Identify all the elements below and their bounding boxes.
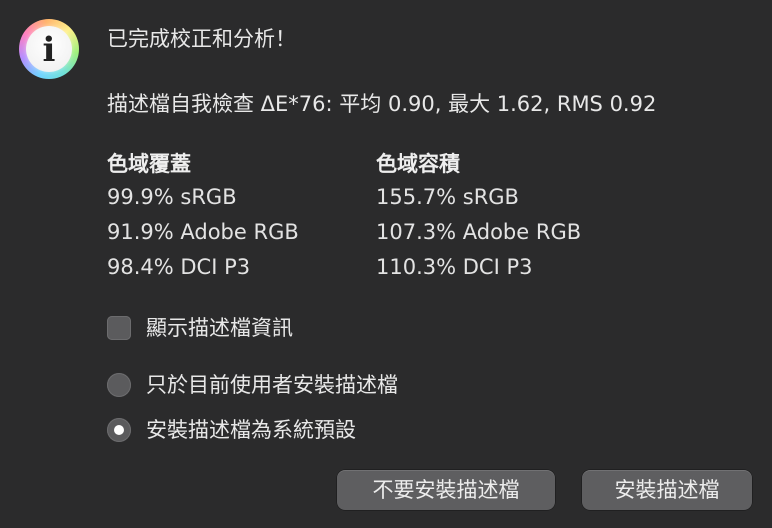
- gamut-coverage-dci-p3: 98.4% DCI P3: [107, 255, 251, 279]
- install-current-user-radio[interactable]: [107, 373, 131, 397]
- install-profile-button[interactable]: 安裝描述檔: [582, 470, 752, 510]
- install-system-default-label: 安裝描述檔為系統預設: [146, 418, 356, 442]
- dialog-title: 已完成校正和分析！: [107, 27, 296, 51]
- gamut-volume-dci-p3: 110.3% DCI P3: [376, 255, 533, 279]
- install-current-user-option[interactable]: 只於目前使用者安裝描述檔: [107, 370, 398, 400]
- calibration-complete-dialog: i 已完成校正和分析！ 描述檔自我檢查 ΔE*76: 平均 0.90, 最大 1…: [0, 0, 772, 528]
- dont-install-profile-button[interactable]: 不要安裝描述檔: [337, 470, 555, 510]
- gamut-coverage-srgb: 99.9% sRGB: [107, 185, 237, 209]
- show-profile-info-option[interactable]: 顯示描述檔資訊: [107, 313, 293, 343]
- gamut-coverage: 色域覆蓋 99.9% sRGB 91.9% Adobe RGB 98.4% DC…: [107, 148, 299, 285]
- gamut-coverage-heading: 色域覆蓋: [107, 152, 191, 176]
- install-current-user-label: 只於目前使用者安裝描述檔: [146, 373, 398, 397]
- profile-self-test: 描述檔自我檢查 ΔE*76: 平均 0.90, 最大 1.62, RMS 0.9…: [107, 92, 657, 116]
- install-system-default-option[interactable]: 安裝描述檔為系統預設: [107, 415, 356, 445]
- show-profile-info-checkbox[interactable]: [107, 316, 131, 340]
- gamut-coverage-adobe-rgb: 91.9% Adobe RGB: [107, 220, 299, 244]
- info-icon: i: [19, 19, 79, 79]
- gamut-volume-adobe-rgb: 107.3% Adobe RGB: [376, 220, 582, 244]
- show-profile-info-label: 顯示描述檔資訊: [146, 316, 293, 340]
- gamut-volume-srgb: 155.7% sRGB: [376, 185, 519, 209]
- gamut-volume: 色域容積 155.7% sRGB 107.3% Adobe RGB 110.3%…: [376, 148, 581, 285]
- install-system-default-radio[interactable]: [107, 418, 131, 442]
- gamut-volume-heading: 色域容積: [376, 152, 460, 176]
- radio-selected-dot: [114, 425, 124, 435]
